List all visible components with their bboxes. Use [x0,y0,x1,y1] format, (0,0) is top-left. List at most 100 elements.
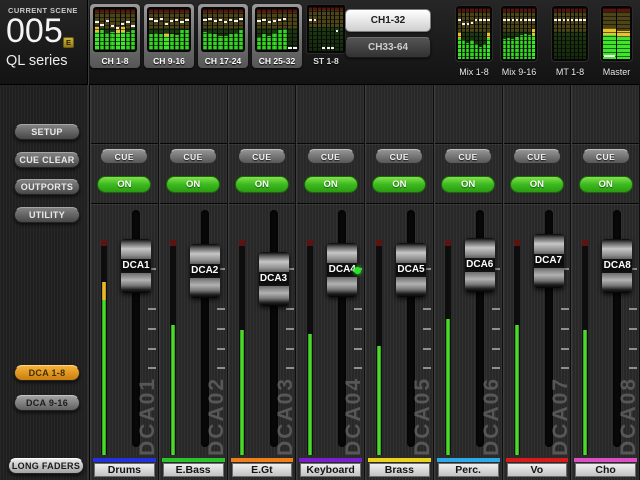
bank-button-ch1-32[interactable]: CH1-32 [345,9,431,32]
meter-block-mix-9-16[interactable]: Mix 9-16 [500,4,538,77]
fader-position-mark [239,18,242,20]
sidebar-button-dca-1-8[interactable]: DCA 1-8 [14,365,80,381]
fader-scale-tick [217,367,225,369]
meter-clip-cap [101,240,107,246]
fader-scale-tick [148,308,156,310]
meter-block-ch-9-16[interactable]: CH 9-16 [144,4,194,68]
sidebar-button-cue-clear[interactable]: CUE CLEAR [14,152,80,168]
meter-bar-1 [458,8,461,59]
fader-position-mark [106,20,109,22]
meter-bar-5 [327,7,330,51]
channel-name-e-bass[interactable]: E.Bass [163,463,224,477]
channel-name-vo[interactable]: Vo [507,463,568,477]
bank-button-ch33-64[interactable]: CH33-64 [345,37,431,58]
sidebar-button-utility[interactable]: UTILITY [14,207,80,223]
scene-edited-badge: E [63,37,74,48]
on-button-dca7[interactable]: ON [510,176,564,193]
meter-block-mt-1-8[interactable]: MT 1-8 [551,4,589,77]
channel-name-keyboard[interactable]: Keyboard [300,463,361,477]
meter-bar-fill [503,39,506,59]
fader-position-mark [224,21,227,23]
fader-scale-tick [629,367,637,369]
meter-bar-3 [562,8,565,59]
sidebar-button-outports[interactable]: OUTPORTS [14,179,80,195]
on-button-dca2[interactable]: ON [166,176,220,193]
cue-button-dca7[interactable]: CUE [513,149,561,164]
on-button-dca6[interactable]: ON [441,176,495,193]
meter-display [455,5,493,62]
channel-name-cho[interactable]: Cho [575,463,636,477]
fader-scale-tick [354,328,362,330]
fader-knob-dca7[interactable]: DCA7 [534,234,564,288]
strip-divider-lower [504,203,571,204]
meter-bar-8 [293,9,297,50]
meter-block-st-1-8[interactable]: ST 1-8 [306,4,346,68]
meter-bar-fill [185,30,189,51]
meter-green-fill [102,300,106,455]
cue-button-dca8[interactable]: CUE [582,149,630,164]
sidebar-button-long-faders[interactable]: LONG FADERS [8,458,84,474]
fader-scale-tick [561,367,569,369]
strip-id-watermark: DCA01 [136,377,158,456]
meter-green-fill [240,330,244,455]
meter-bar-fill [100,30,104,50]
channel-name-drums[interactable]: Drums [94,463,155,477]
meter-bar-fill [617,31,630,59]
level-meter [239,240,245,455]
fader-scale-tick [629,308,637,310]
fader-knob-dca5[interactable]: DCA5 [396,243,426,297]
meter-bar-6 [524,8,527,59]
fader-position-mark [214,20,217,22]
meter-block-ch-25-32[interactable]: CH 25-32 [252,4,302,68]
channel-name-brass[interactable]: Brass [369,463,430,477]
cue-button-dca2[interactable]: CUE [169,149,217,164]
level-meter [307,240,313,455]
fader-knob-dca2[interactable]: DCA2 [190,244,220,298]
cue-button-dca4[interactable]: CUE [307,149,355,164]
meter-bar-fill [224,36,228,50]
on-button-dca1[interactable]: ON [97,176,151,193]
meter-bar-fill [180,30,184,51]
meter-bar-fill [208,33,212,50]
fader-position-mark [203,19,206,21]
meter-block-label: CH 25-32 [252,56,302,66]
meter-bar-fill [159,34,163,50]
meter-block-ch-17-24[interactable]: CH 17-24 [198,4,248,68]
fader-knob-dca4[interactable]: DCA4 [327,243,357,297]
meter-bar-2 [507,8,510,59]
sidebar-button-dca-9-16[interactable]: DCA 9-16 [14,395,80,411]
meter-display [201,7,245,52]
channel-name-e-gt[interactable]: E.Gt [232,463,293,477]
strip-divider-lower [229,203,296,204]
fader-knob-dca8[interactable]: DCA8 [602,239,632,293]
meter-bar-fill [272,33,276,50]
on-button-dca5[interactable]: ON [372,176,426,193]
cue-button-dca6[interactable]: CUE [444,149,492,164]
on-button-dca8[interactable]: ON [579,176,633,193]
cue-button-dca1[interactable]: CUE [100,149,148,164]
on-button-dca4[interactable]: ON [304,176,358,193]
meter-bar-fill [239,30,243,50]
meter-block-ch-1-8[interactable]: CH 1-8 [90,4,140,68]
cue-button-dca5[interactable]: CUE [375,149,423,164]
sidebar-button-setup[interactable]: SETUP [14,124,80,140]
meter-bar-fill [283,29,287,50]
meter-clip-cap [239,240,245,246]
on-button-dca3[interactable]: ON [235,176,289,193]
fader-position-mark [208,18,211,20]
fader-knob-dca1[interactable]: DCA1 [121,239,151,293]
fader-position-mark [154,20,157,22]
cue-button-dca3[interactable]: CUE [238,149,286,164]
meter-block-label: Mix 9-16 [496,67,542,77]
fader-knob-dca6[interactable]: DCA6 [465,238,495,292]
meter-bar-fill [524,34,527,60]
channel-color-stripe [368,458,431,462]
meter-bar-2 [462,8,465,59]
strip-id-watermark: DCA07 [549,377,571,456]
fader-position-mark [111,25,114,27]
fader-knob-dca3[interactable]: DCA3 [259,252,289,306]
channel-name-perc-[interactable]: Perc. [438,463,499,477]
meter-block-master[interactable]: Master [600,4,633,77]
meter-block-mix-1-8[interactable]: Mix 1-8 [455,4,493,77]
strip-divider-upper [366,143,433,144]
